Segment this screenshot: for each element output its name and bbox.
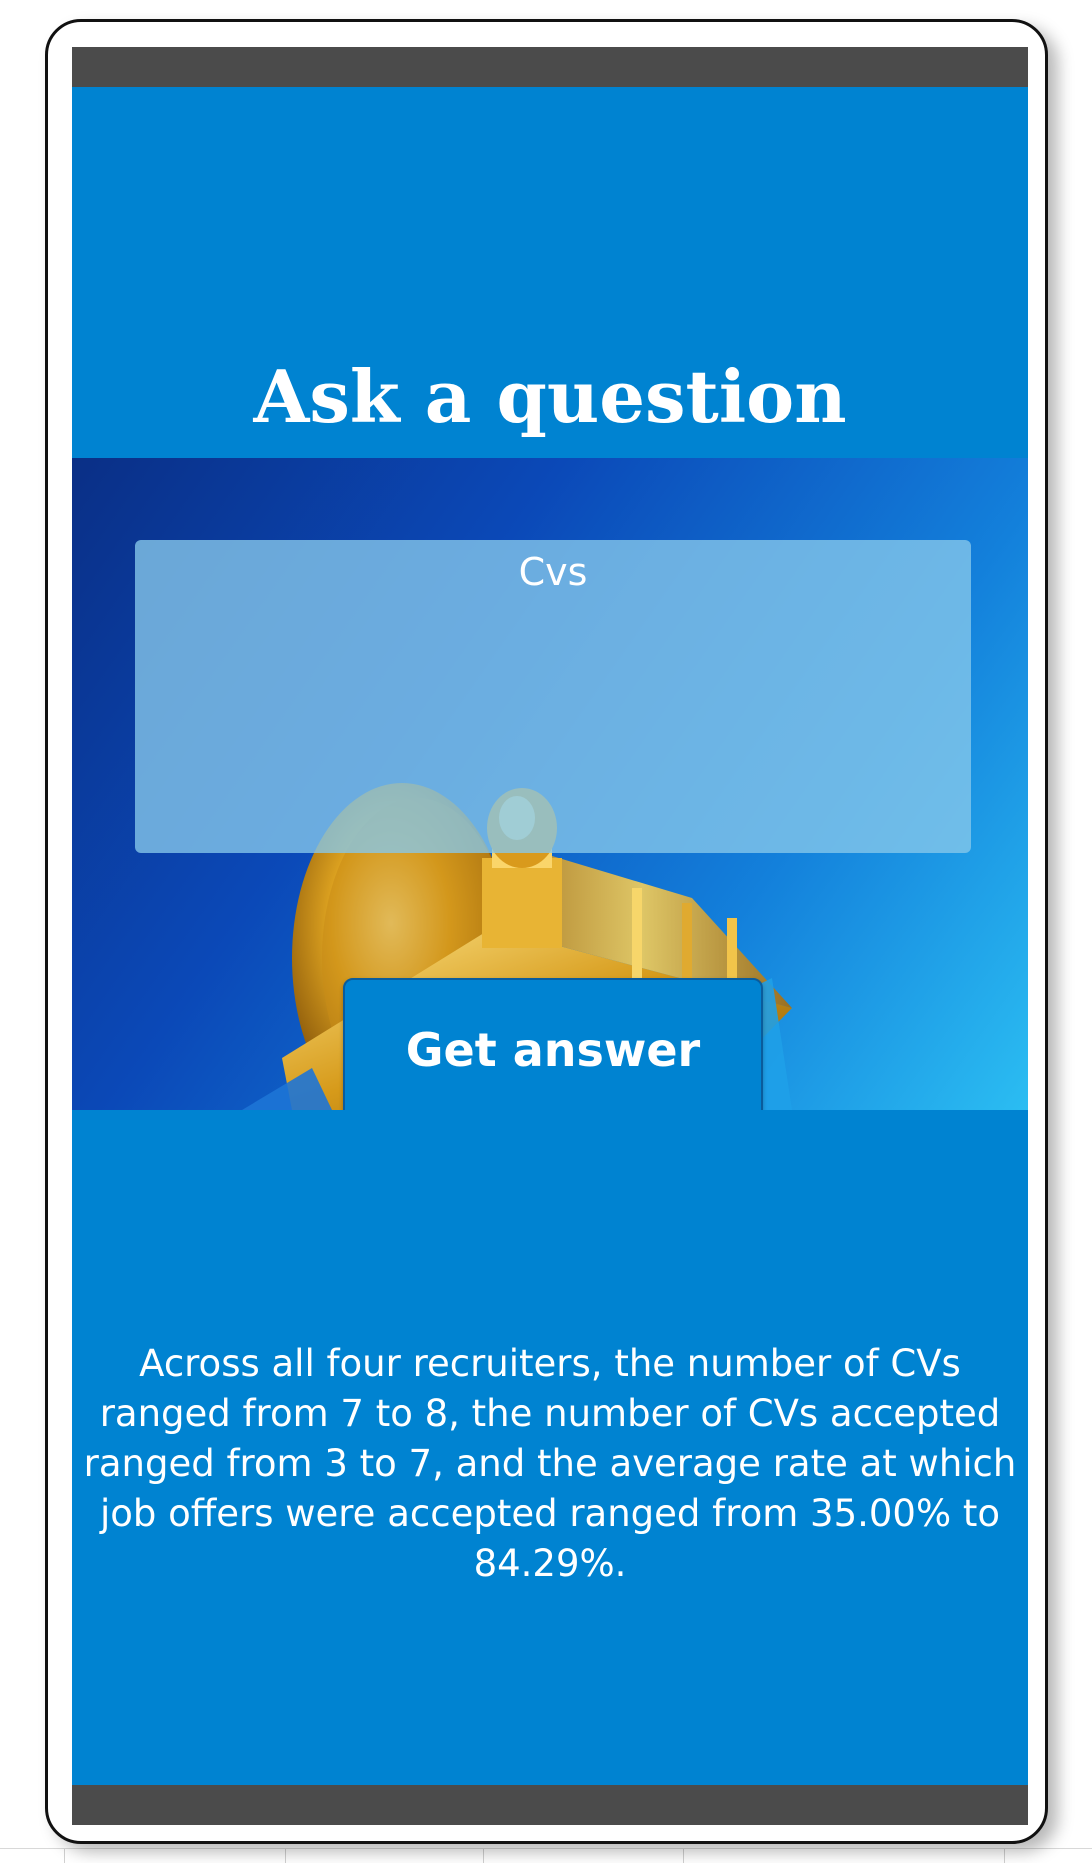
- app-screen: Ask a question Cvs Get answer Across all…: [72, 47, 1028, 1825]
- top-status-bar: [72, 47, 1028, 87]
- answer-text: Across all four recruiters, the number o…: [83, 1342, 1017, 1585]
- grid-line: [285, 1849, 286, 1863]
- get-answer-button[interactable]: Get answer: [343, 978, 763, 1110]
- page-title: Ask a question: [253, 354, 847, 440]
- grid-line: [1004, 1849, 1005, 1863]
- bottom-bar: [72, 1785, 1028, 1825]
- question-input[interactable]: [135, 540, 971, 853]
- hero-panel: Get answer: [72, 458, 1028, 1110]
- grid-line: [683, 1849, 684, 1863]
- grid-line: [64, 1849, 65, 1863]
- spreadsheet-grid-strip: [0, 1848, 1092, 1863]
- grid-line: [483, 1849, 484, 1863]
